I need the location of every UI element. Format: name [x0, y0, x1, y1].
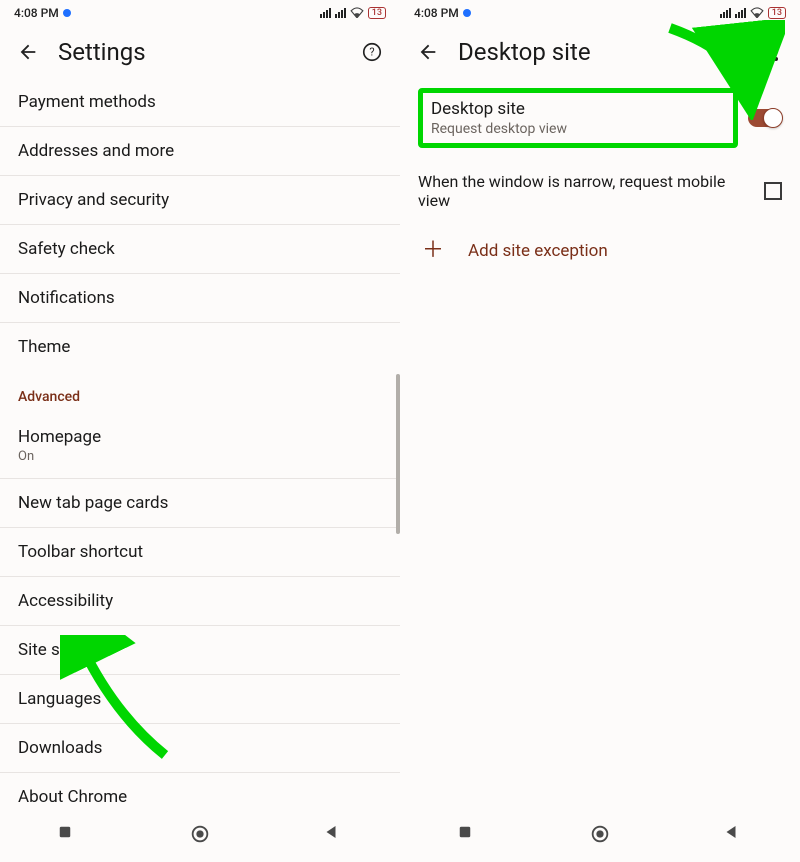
status-time: 4:08 PM: [414, 6, 459, 20]
list-item[interactable]: Accessibility: [0, 577, 400, 626]
back-icon[interactable]: [416, 40, 440, 64]
android-nav-bar: [400, 812, 800, 862]
list-item[interactable]: About Chrome: [0, 773, 400, 812]
list-item[interactable]: Privacy and security: [0, 176, 400, 225]
item-label: Downloads: [18, 738, 102, 758]
status-bar: 4:08 PM 13: [400, 0, 800, 26]
svg-text:?: ?: [369, 46, 374, 59]
more-icon[interactable]: [768, 40, 784, 64]
phone-desktop-site: 4:08 PM 13 Desktop site Desktop site R: [400, 0, 800, 862]
item-label: Payment methods: [18, 92, 156, 112]
list-item[interactable]: Toolbar shortcut: [0, 528, 400, 577]
status-bar: 4:08 PM 13: [0, 0, 400, 26]
desktop-site-content: Desktop site Request desktop view When t…: [400, 78, 800, 812]
item-label: Privacy and security: [18, 190, 169, 210]
add-site-exception[interactable]: ＋ Add site exception: [400, 224, 800, 278]
list-item[interactable]: Downloads: [0, 724, 400, 773]
item-label: Accessibility: [18, 591, 113, 611]
item-label: Languages: [18, 689, 101, 709]
highlight-box: Desktop site Request desktop view: [418, 88, 738, 148]
android-nav-bar: [0, 812, 400, 862]
item-label: Safety check: [18, 239, 115, 259]
app-bar: Settings ?: [0, 26, 400, 78]
item-label: Toolbar shortcut: [18, 542, 143, 562]
list-item[interactable]: New tab page cards: [0, 479, 400, 528]
status-notification-dot: [63, 9, 71, 17]
signal-bars-icon: [720, 8, 731, 18]
wifi-icon: [750, 6, 764, 20]
row-title: When the window is narrow, request mobil…: [418, 172, 754, 210]
status-time: 4:08 PM: [14, 6, 59, 20]
app-bar: Desktop site: [400, 26, 800, 78]
narrow-window-checkbox[interactable]: [764, 182, 782, 200]
signal-bars-icon: [320, 8, 331, 18]
desktop-site-toggle-row[interactable]: Desktop site Request desktop view: [400, 78, 800, 162]
wifi-icon: [350, 6, 364, 20]
list-item[interactable]: Languages: [0, 675, 400, 724]
page-title: Settings: [58, 38, 342, 66]
plus-icon: ＋: [422, 240, 444, 262]
page-title: Desktop site: [458, 38, 708, 66]
recent-apps-button[interactable]: [56, 823, 78, 845]
row-sub: Request desktop view: [431, 121, 725, 137]
battery-icon: 13: [368, 7, 386, 19]
add-label: Add site exception: [468, 241, 608, 261]
item-label: Homepage: [18, 427, 382, 447]
item-sublabel: On: [18, 449, 382, 464]
battery-icon: 13: [768, 7, 786, 19]
item-label: New tab page cards: [18, 493, 168, 513]
item-label: Notifications: [18, 288, 115, 308]
section-advanced: Advanced: [0, 371, 400, 413]
recent-apps-button[interactable]: [456, 823, 478, 845]
item-label: Theme: [18, 337, 70, 357]
item-label: About Chrome: [18, 787, 127, 807]
signal-bars-icon: [735, 8, 746, 18]
back-button[interactable]: [722, 823, 744, 845]
list-item[interactable]: Safety check: [0, 225, 400, 274]
settings-list[interactable]: Payment methods Addresses and more Priva…: [0, 78, 400, 812]
home-button[interactable]: [189, 823, 211, 845]
item-label: Addresses and more: [18, 141, 174, 161]
list-item-site-settings[interactable]: Site settings: [0, 626, 400, 675]
phone-settings: 4:08 PM 13 Settings ? Payment methods Ad…: [0, 0, 400, 862]
signal-bars-icon: [335, 8, 346, 18]
narrow-window-row[interactable]: When the window is narrow, request mobil…: [400, 162, 800, 224]
desktop-site-toggle[interactable]: [748, 109, 782, 127]
search-icon[interactable]: [726, 40, 750, 64]
list-item-homepage[interactable]: Homepage On: [0, 413, 400, 479]
row-title: Desktop site: [431, 99, 725, 119]
status-notification-dot: [463, 9, 471, 17]
list-item[interactable]: Notifications: [0, 274, 400, 323]
home-button[interactable]: [589, 823, 611, 845]
list-item[interactable]: Addresses and more: [0, 127, 400, 176]
list-item[interactable]: Payment methods: [0, 78, 400, 127]
item-label: Site settings: [18, 640, 112, 660]
back-icon[interactable]: [16, 40, 40, 64]
back-button[interactable]: [322, 823, 344, 845]
list-item[interactable]: Theme: [0, 323, 400, 371]
help-icon[interactable]: ?: [360, 40, 384, 64]
